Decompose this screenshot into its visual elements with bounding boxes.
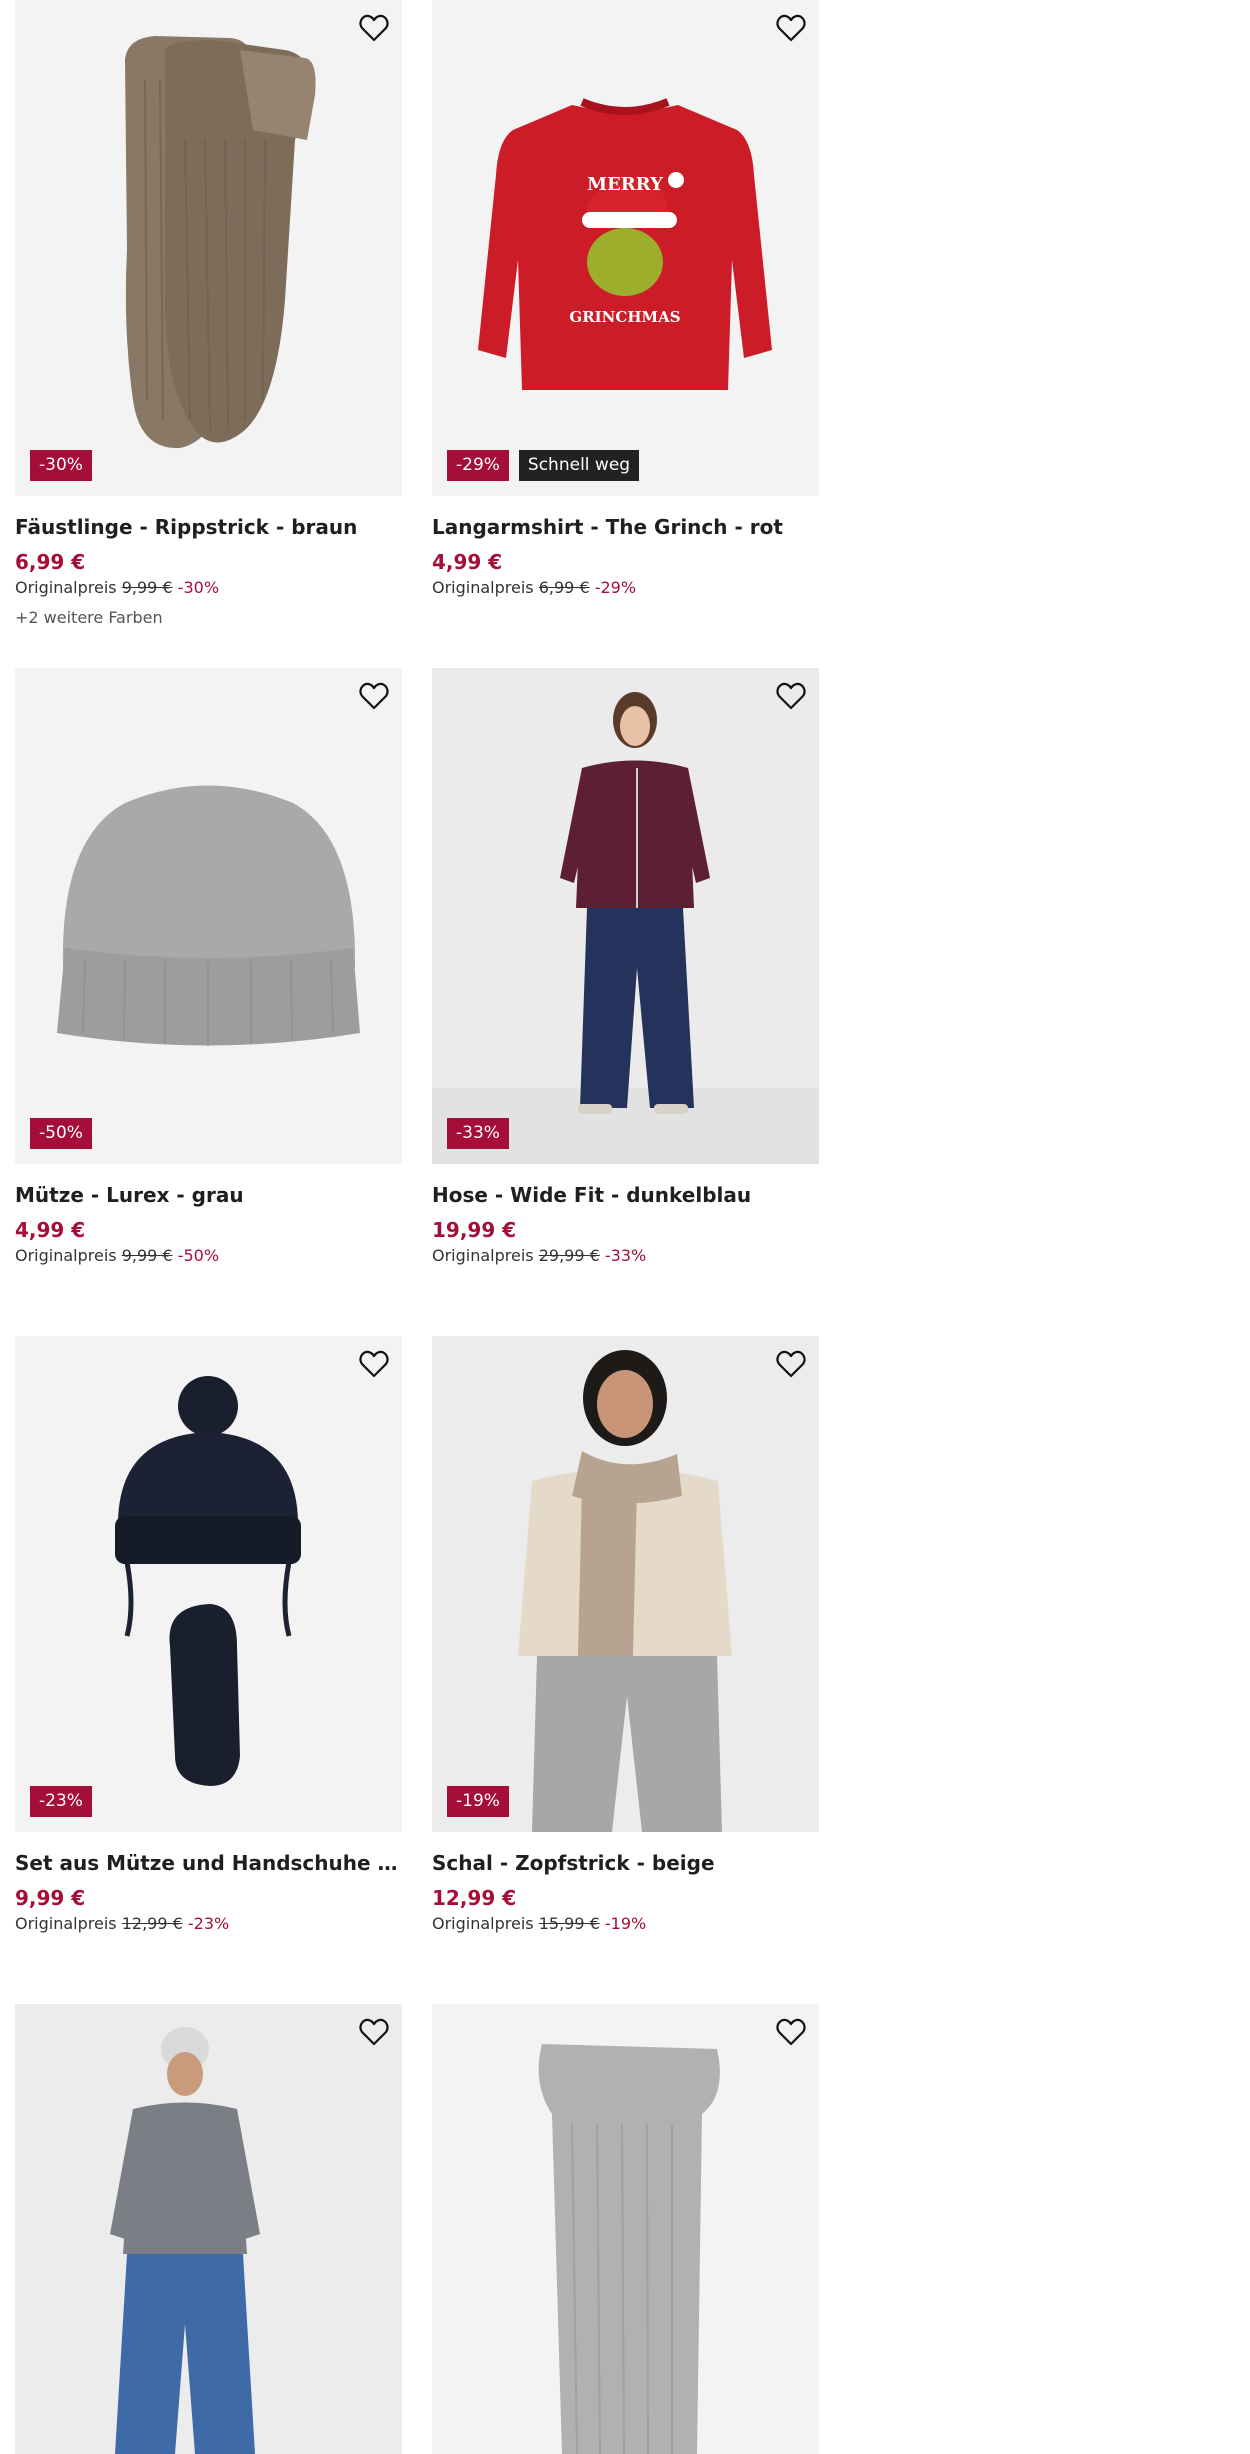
original-price: 9,99 € [121, 578, 173, 597]
product-price: 12,99 € [432, 1886, 517, 1910]
discount-badge: -33% [447, 1118, 509, 1149]
discount-badge: -29% [447, 450, 509, 481]
original-price-label: Originalpreis [15, 1246, 117, 1265]
product-image-knit-sweater[interactable] [15, 2004, 402, 2454]
discount-percent: -30% [177, 578, 220, 597]
product-price: 19,99 € [432, 1218, 517, 1242]
discount-badge: -50% [30, 1118, 92, 1149]
original-price-line: Originalpreis 29,99 € -33% [432, 1245, 819, 1267]
heart-outline-icon [776, 2018, 806, 2046]
product-image-cable-scarf[interactable]: -19% [432, 1336, 819, 1832]
product-image-wide-fit-trousers[interactable]: -33% [432, 668, 819, 1164]
original-price-label: Originalpreis [432, 578, 534, 597]
product-card-beanie-grey[interactable]: -50% Mütze - Lurex - grau 4,99 € Origina… [15, 668, 402, 1267]
favorite-button[interactable] [356, 10, 392, 46]
grinchmas-print-text: GRINCHMAS [569, 308, 680, 326]
heart-outline-icon [359, 1350, 389, 1378]
discount-percent: -19% [604, 1914, 647, 1933]
favorite-button[interactable] [773, 10, 809, 46]
heart-outline-icon [359, 2018, 389, 2046]
discount-percent: -33% [604, 1246, 647, 1265]
beanie-illustration [57, 785, 360, 1046]
original-price-line: Originalpreis 9,99 € -30% [15, 577, 402, 599]
original-price-line: Originalpreis 12,99 € -23% [15, 1913, 402, 1935]
product-image-grinch-shirt[interactable]: MERRY GRINCHMAS -29% Schnell weg [432, 0, 819, 496]
merry-print-text: MERRY [587, 174, 664, 195]
hat-set-illustration [115, 1376, 301, 1786]
discount-percent: -23% [187, 1914, 230, 1933]
product-image-beanie-grey[interactable]: -50% [15, 668, 402, 1164]
model-illustration [432, 692, 819, 1164]
favorite-button[interactable] [773, 678, 809, 714]
product-image-knit-scarf-grey[interactable] [432, 2004, 819, 2454]
favorite-button[interactable] [356, 678, 392, 714]
original-price-line: Originalpreis 6,99 € -29% [432, 577, 819, 599]
model-sweater-illustration [110, 2027, 260, 2454]
product-card-grinch-shirt[interactable]: MERRY GRINCHMAS -29% Schnell weg Langarm… [432, 0, 819, 599]
product-title[interactable]: Hose - Wide Fit - dunkelblau [432, 1183, 819, 1208]
heart-outline-icon [359, 14, 389, 42]
product-card-knit-scarf-grey[interactable] [432, 2004, 819, 2454]
product-image-mittens[interactable]: -30% [15, 0, 402, 496]
heart-outline-icon [776, 14, 806, 42]
favorite-button[interactable] [356, 2014, 392, 2050]
original-price-label: Originalpreis [15, 578, 117, 597]
product-card-knit-sweater[interactable] [15, 2004, 402, 2454]
product-price: 4,99 € [432, 550, 503, 574]
product-title[interactable]: Mütze - Lurex - grau [15, 1183, 402, 1208]
discount-badge: -23% [30, 1786, 92, 1817]
original-price-line: Originalpreis 15,99 € -19% [432, 1913, 819, 1935]
original-price-label: Originalpreis [15, 1914, 117, 1933]
original-price: 29,99 € [538, 1246, 600, 1265]
favorite-button[interactable] [773, 1346, 809, 1382]
original-price: 15,99 € [538, 1914, 600, 1933]
heart-outline-icon [776, 682, 806, 710]
product-card-hat-glove-set[interactable]: -23% Set aus Mütze und Handschuhe - Flee… [15, 1336, 402, 1935]
shirt-illustration: MERRY GRINCHMAS [478, 98, 772, 390]
product-card-cable-scarf[interactable]: -19% Schal - Zopfstrick - beige 12,99 € … [432, 1336, 819, 1935]
product-card-mittens[interactable]: -30% Fäustlinge - Rippstrick - braun 6,9… [15, 0, 402, 629]
product-card-wide-fit-trousers[interactable]: -33% Hose - Wide Fit - dunkelblau 19,99 … [432, 668, 819, 1267]
discount-percent: -29% [594, 578, 637, 597]
product-title[interactable]: Langarmshirt - The Grinch - rot [432, 515, 819, 540]
discount-percent: -50% [177, 1246, 220, 1265]
original-price: 12,99 € [121, 1914, 183, 1933]
grey-knit-illustration [538, 2044, 720, 2454]
heart-outline-icon [776, 1350, 806, 1378]
product-price: 6,99 € [15, 550, 86, 574]
model-scarf-illustration [518, 1350, 732, 1832]
discount-badge: -30% [30, 450, 92, 481]
product-title[interactable]: Set aus Mütze und Handschuhe - Fleecef..… [15, 1851, 402, 1876]
heart-outline-icon [359, 682, 389, 710]
selling-fast-badge: Schnell weg [518, 450, 640, 481]
original-price-line: Originalpreis 9,99 € -50% [15, 1245, 402, 1267]
product-title[interactable]: Fäustlinge - Rippstrick - braun [15, 515, 402, 540]
mittens-illustration [125, 36, 316, 449]
original-price: 9,99 € [121, 1246, 173, 1265]
discount-badge: -19% [447, 1786, 509, 1817]
more-colors-link[interactable]: +2 weitere Farben [15, 607, 402, 629]
favorite-button[interactable] [356, 1346, 392, 1382]
product-price: 9,99 € [15, 1886, 86, 1910]
original-price: 6,99 € [538, 578, 590, 597]
original-price-label: Originalpreis [432, 1914, 534, 1933]
product-title[interactable]: Schal - Zopfstrick - beige [432, 1851, 819, 1876]
product-image-hat-glove-set[interactable]: -23% [15, 1336, 402, 1832]
product-price: 4,99 € [15, 1218, 86, 1242]
favorite-button[interactable] [773, 2014, 809, 2050]
original-price-label: Originalpreis [432, 1246, 534, 1265]
